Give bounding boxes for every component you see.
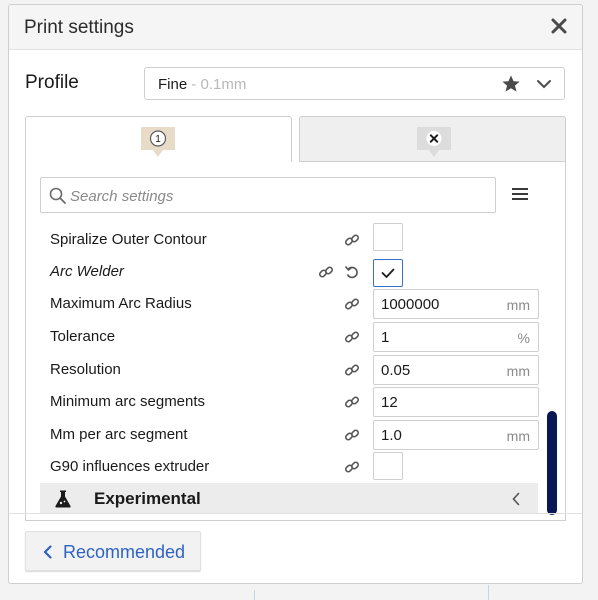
setting-label: Mm per arc segment [50, 426, 188, 443]
link-icon[interactable] [318, 264, 334, 285]
setting-row-tolerance: Tolerance 1 % [50, 322, 550, 352]
profile-value: Fine - 0.1mm [158, 76, 247, 93]
chevron-down-icon[interactable] [536, 76, 552, 97]
setting-row-resolution: Resolution 0.05 mm [50, 355, 550, 385]
panel-title: Print settings [24, 17, 134, 38]
link-icon[interactable] [344, 394, 360, 415]
close-icon[interactable] [548, 15, 570, 37]
search-icon [49, 187, 67, 210]
extruder-disabled-badge [416, 126, 452, 165]
link-icon[interactable] [344, 296, 360, 317]
setting-label: Maximum Arc Radius [50, 295, 192, 312]
chevron-left-icon [510, 492, 522, 511]
chevron-left-icon [42, 545, 54, 564]
reset-icon[interactable] [344, 264, 360, 285]
setting-label: Resolution [50, 361, 121, 378]
setting-row-minimum-arc-segments: Minimum arc segments 12 [50, 387, 550, 417]
maximum-arc-radius-input[interactable]: 1000000 mm [373, 289, 539, 319]
panel-header: Print settings [9, 5, 582, 50]
tab-1-number: 1 [155, 134, 161, 145]
recommended-button[interactable]: Recommended [25, 531, 201, 571]
setting-row-mm-per-arc-segment: Mm per arc segment 1.0 mm [50, 420, 550, 450]
tolerance-input[interactable]: 1 % [373, 322, 539, 352]
link-icon[interactable] [344, 329, 360, 350]
setting-row-spiralize-outer-contour: Spiralize Outer Contour [50, 223, 550, 255]
search-input[interactable] [68, 184, 472, 208]
tab-extruder-1[interactable]: 1 [25, 116, 292, 162]
extruder-1-badge: 1 [140, 126, 176, 165]
experimental-section-header[interactable]: Experimental [40, 483, 538, 514]
profile-label: Profile [25, 72, 79, 93]
link-icon[interactable] [344, 232, 360, 253]
star-icon[interactable] [501, 74, 521, 99]
tab-extruder-2[interactable] [299, 116, 566, 162]
resolution-input[interactable]: 0.05 mm [373, 355, 539, 385]
background-line [488, 585, 489, 600]
setting-row-arc-welder: Arc Welder [50, 257, 550, 287]
setting-label: Tolerance [50, 328, 116, 345]
link-icon[interactable] [344, 362, 360, 383]
recommended-label: Recommended [63, 542, 186, 562]
mm-per-arc-segment-input[interactable]: 1.0 mm [373, 420, 539, 450]
setting-label: Arc Welder [50, 263, 124, 280]
menu-icon[interactable] [511, 186, 529, 207]
flask-icon [53, 489, 73, 514]
setting-row-g90-influences-extruder: G90 influences extruder [50, 452, 550, 482]
footer-divider [9, 513, 582, 514]
spiralize-checkbox[interactable] [373, 223, 403, 251]
print-settings-panel: Print settings Profile Fine - 0.1mm 1 Se… [8, 4, 583, 584]
minimum-arc-segments-input[interactable]: 12 [373, 387, 539, 417]
settings-scrollbar[interactable] [547, 411, 557, 515]
setting-label: Minimum arc segments [50, 393, 206, 410]
arc-welder-checkbox[interactable] [373, 259, 403, 287]
setting-label: Spiralize Outer Contour [50, 231, 207, 248]
g90-checkbox[interactable] [373, 452, 403, 480]
search-box [40, 177, 496, 213]
check-icon [381, 268, 395, 278]
setting-row-maximum-arc-radius: Maximum Arc Radius 1000000 mm [50, 289, 550, 319]
section-label: Experimental [94, 489, 201, 508]
profile-dropdown[interactable]: Fine - 0.1mm [144, 67, 565, 100]
link-icon[interactable] [344, 459, 360, 480]
setting-label: G90 influences extruder [50, 458, 210, 475]
background-line [254, 590, 255, 600]
link-icon[interactable] [344, 427, 360, 448]
